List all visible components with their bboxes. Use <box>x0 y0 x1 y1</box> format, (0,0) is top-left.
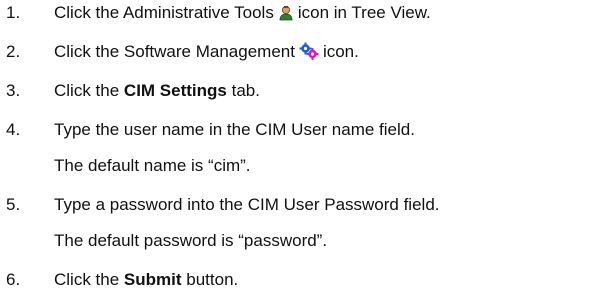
step-text: Click the Software Management icon. <box>54 40 359 67</box>
instruction-steps: 1. Click the Administrative Tools icon i… <box>0 0 596 295</box>
step-text-before: Click the Software Management <box>54 42 295 61</box>
step-text: Click the Administrative Tools icon in T… <box>54 1 431 28</box>
step-text-after: icon in Tree View. <box>297 3 431 22</box>
step-number: 2. <box>6 42 21 61</box>
step-number: 1. <box>6 3 21 22</box>
step-note: The default password is “password”. <box>54 231 328 250</box>
step-text-before: Click the <box>54 270 120 289</box>
step-number: 4. <box>6 120 21 139</box>
software-management-gears-icon <box>299 42 319 67</box>
step-note: The default name is “cim”. <box>54 156 251 175</box>
step-text: Click the CIM Settings tab. <box>54 79 260 103</box>
step-number: 5. <box>6 195 21 214</box>
step-number: 3. <box>6 81 21 100</box>
step-text-before: Click the <box>54 81 120 100</box>
submit-button-label: Submit <box>123 270 182 289</box>
step-text: Type the user name in the CIM User name … <box>54 120 415 139</box>
step-text: Type a password into the CIM User Passwo… <box>54 195 440 214</box>
step-text-after: icon. <box>322 42 359 61</box>
step-text-after: button. <box>186 270 239 289</box>
cim-settings-tab-label: CIM Settings <box>123 81 227 100</box>
step-text: Click the Submit button. <box>54 268 238 292</box>
step-text-after: tab. <box>231 81 260 100</box>
step-number: 6. <box>6 270 21 289</box>
step-text-before: Click the Administrative Tools <box>54 3 274 22</box>
admin-tools-person-icon <box>278 4 294 28</box>
